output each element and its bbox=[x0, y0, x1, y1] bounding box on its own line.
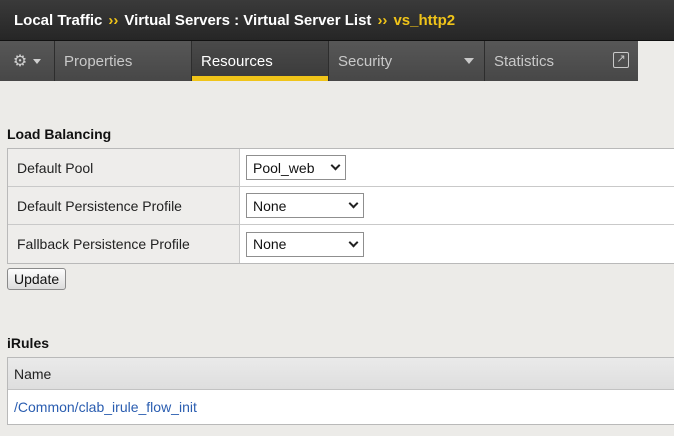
irules-title: iRules bbox=[7, 335, 50, 351]
chevron-down-icon bbox=[348, 237, 359, 247]
table-row: /Common/clab_irule_flow_init bbox=[8, 390, 674, 424]
chevron-down-icon bbox=[330, 160, 341, 171]
breadcrumb-separator: ›› bbox=[377, 11, 388, 29]
tab-resources-label: Resources bbox=[201, 52, 273, 70]
select-value: None bbox=[253, 197, 287, 214]
breadcrumb-item-local-traffic[interactable]: Local Traffic bbox=[14, 12, 102, 29]
tab-properties[interactable]: Properties bbox=[55, 41, 192, 81]
form-label: Default Persistence Profile bbox=[8, 187, 240, 224]
select-value: None bbox=[253, 236, 287, 252]
tab-settings-menu[interactable]: ⚙ bbox=[0, 41, 55, 81]
select-value: Pool_web bbox=[253, 159, 315, 176]
tab-statistics-label: Statistics bbox=[494, 52, 555, 70]
breadcrumb-separator: ›› bbox=[108, 11, 119, 29]
tab-statistics[interactable]: Statistics ↗ bbox=[485, 41, 638, 81]
form-row-fallback-persistence: Fallback Persistence Profile None bbox=[8, 225, 674, 263]
breadcrumb-current: vs_http2 bbox=[393, 11, 456, 29]
default-pool-select[interactable]: Pool_web bbox=[246, 155, 346, 180]
gear-icon: ⚙ bbox=[12, 53, 28, 70]
column-header-label: Name bbox=[14, 365, 52, 382]
default-persistence-select[interactable]: None bbox=[246, 193, 364, 218]
update-button[interactable]: Update bbox=[7, 268, 67, 290]
load-balancing-title: Load Balancing bbox=[7, 126, 112, 142]
tab-properties-label: Properties bbox=[64, 52, 133, 70]
external-link-icon[interactable]: ↗ bbox=[613, 52, 629, 68]
tab-resources[interactable]: Resources bbox=[192, 41, 329, 81]
form-label: Fallback Persistence Profile bbox=[8, 225, 240, 263]
form-label: Default Pool bbox=[8, 149, 240, 186]
irules-table: Name /Common/clab_irule_flow_init bbox=[7, 357, 674, 425]
chevron-down-icon bbox=[348, 198, 359, 209]
form-row-default-persistence: Default Persistence Profile None bbox=[8, 187, 674, 225]
chevron-down-icon bbox=[33, 58, 42, 64]
tab-security[interactable]: Security bbox=[329, 41, 485, 81]
tab-bar: ⚙ Properties Resources Security Statisti… bbox=[0, 41, 638, 81]
breadcrumb: Local Traffic ›› Virtual Servers : Virtu… bbox=[0, 0, 674, 41]
fallback-persistence-select[interactable]: None bbox=[246, 231, 364, 257]
form-row-default-pool: Default Pool Pool_web bbox=[8, 149, 674, 187]
irule-link[interactable]: /Common/clab_irule_flow_init bbox=[14, 399, 197, 415]
load-balancing-table: Default Pool Pool_web Default Persistenc… bbox=[7, 148, 674, 264]
tab-security-label: Security bbox=[338, 52, 393, 70]
column-header-name[interactable]: Name bbox=[8, 358, 674, 390]
breadcrumb-item-virtual-server-list[interactable]: Virtual Servers : Virtual Server List bbox=[124, 12, 371, 29]
dropdown-arrow-icon bbox=[464, 58, 474, 64]
